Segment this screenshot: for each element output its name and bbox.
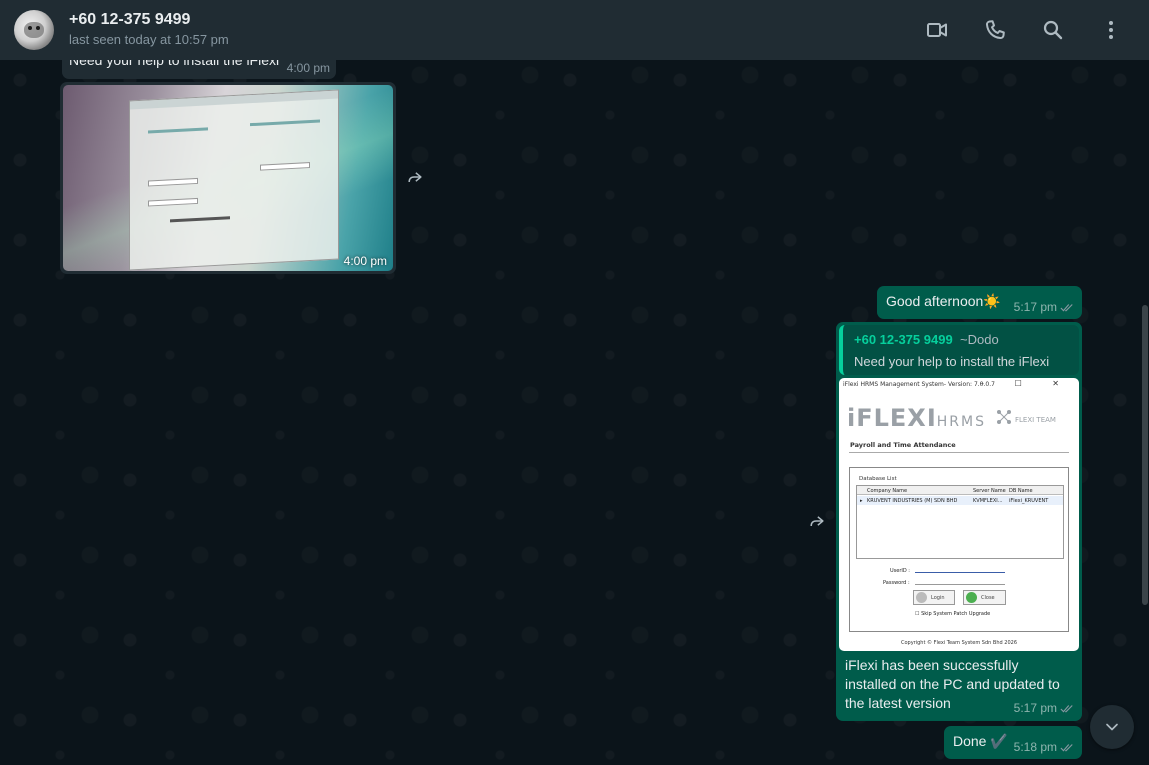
message-meta: 5:17 pm: [1014, 701, 1074, 715]
chat-scrollbar[interactable]: [1142, 305, 1148, 605]
flexi-team-logo-icon: [997, 410, 1011, 424]
incoming-message[interactable]: Need your help to install the iFlexi 4:0…: [62, 60, 336, 79]
password-label: Password :: [883, 580, 910, 586]
flexi-team-label: FLEXI TEAM: [1015, 416, 1056, 424]
quoted-text: Need your help to install the iFlexi: [854, 354, 1050, 369]
header-actions: [925, 18, 1135, 42]
menu-button[interactable]: [1099, 18, 1123, 42]
forward-icon: [408, 172, 422, 183]
chevron-down-icon: [1106, 723, 1118, 731]
menu-icon: [1109, 21, 1113, 39]
read-ticks-icon: [1060, 303, 1073, 312]
grid-header-company: Company Name: [867, 488, 908, 494]
message-text: Need your help to install the iFlexi: [69, 60, 280, 68]
search-button[interactable]: [1041, 18, 1065, 42]
contact-last-seen: last seen today at 10:57 pm: [69, 32, 229, 47]
forward-button[interactable]: [806, 510, 828, 532]
iflexi-logo: iFLEXIHRMS: [847, 404, 986, 432]
grid-cell-server: KVMFLEXI...: [973, 498, 1003, 504]
screenshot-window-controls: – ☐ ✕: [980, 379, 1073, 388]
contact-avatar[interactable]: [14, 10, 54, 50]
message-text: Done ✔️: [953, 733, 1008, 749]
message-time: 5:17 pm: [1013, 701, 1057, 715]
quoted-message[interactable]: +60 12-375 9499 ~Dodo Need your help to …: [839, 325, 1079, 375]
outgoing-message[interactable]: Good afternoon☀️ 5:17 pm: [877, 286, 1082, 319]
search-icon: [1043, 20, 1063, 40]
incoming-image-message[interactable]: 4:00 pm: [60, 82, 396, 274]
message-time: 5:18 pm: [1013, 740, 1057, 754]
video-call-button[interactable]: [925, 18, 949, 42]
close-button: Close: [963, 590, 1006, 605]
grid-header-db: DB Name: [1009, 488, 1033, 494]
message-screenshot[interactable]: iFlexi HRMS Management System- Version: …: [839, 378, 1079, 651]
screenshot-subtitle: Payroll and Time Attendance: [850, 441, 956, 449]
password-field: [915, 578, 1005, 585]
userid-label: UserID :: [890, 568, 910, 574]
outgoing-reply-message[interactable]: +60 12-375 9499 ~Dodo Need your help to …: [836, 322, 1082, 721]
contact-name: +60 12-375 9499: [69, 11, 191, 28]
contact-info[interactable]: +60 12-375 9499 last seen today at 10:57…: [69, 10, 229, 50]
forward-button[interactable]: [404, 166, 426, 188]
read-ticks-icon: [1060, 743, 1073, 752]
message-list[interactable]: Need your help to install the iFlexi 4:0…: [0, 60, 1149, 765]
outgoing-message[interactable]: Done ✔️ 5:18 pm: [944, 726, 1082, 759]
grid-cell-company: KRUVENT INDUSTRIES (M) SDN BHD: [867, 498, 958, 504]
photo-monitor-content: [129, 89, 339, 271]
grid-cell-db: iFlexi_KRUVENT: [1009, 498, 1049, 504]
skip-patch-checkbox: ☐ Skip System Patch Upgrade: [915, 611, 991, 617]
forward-icon: [810, 516, 824, 527]
quoted-alias: ~Dodo: [960, 332, 999, 347]
screenshot-copyright: Copyright © Flexi Team System Sdn Bhd 20…: [900, 640, 1018, 646]
voice-call-icon: [985, 20, 1005, 40]
message-text: Good afternoon☀️: [886, 293, 1001, 309]
screenshot-window-title: iFlexi HRMS Management System- Version: …: [843, 381, 995, 388]
grid-header-server: Server Name: [973, 488, 1006, 494]
scroll-to-bottom-button[interactable]: [1090, 705, 1134, 749]
message-time: 4:00 pm: [343, 254, 387, 268]
message-time: 4:00 pm: [286, 61, 330, 75]
read-ticks-icon: [1060, 704, 1073, 713]
message-photo[interactable]: [63, 85, 393, 271]
login-button: Login: [913, 590, 955, 605]
quoted-author: +60 12-375 9499: [854, 332, 953, 347]
message-meta: 5:18 pm: [1014, 740, 1074, 754]
database-list-label: Database List: [859, 476, 897, 482]
message-meta: 5:17 pm: [1014, 300, 1074, 314]
message-time: 5:17 pm: [1013, 300, 1057, 314]
userid-field: [915, 566, 1005, 573]
video-call-icon: [927, 23, 947, 37]
whatsapp-chat-window: +60 12-375 9499 last seen today at 10:57…: [0, 0, 1149, 765]
chat-header: +60 12-375 9499 last seen today at 10:57…: [0, 0, 1149, 60]
database-grid: Company Name Server Name DB Name ▸ KRUVE…: [856, 485, 1064, 559]
voice-call-button[interactable]: [983, 18, 1007, 42]
